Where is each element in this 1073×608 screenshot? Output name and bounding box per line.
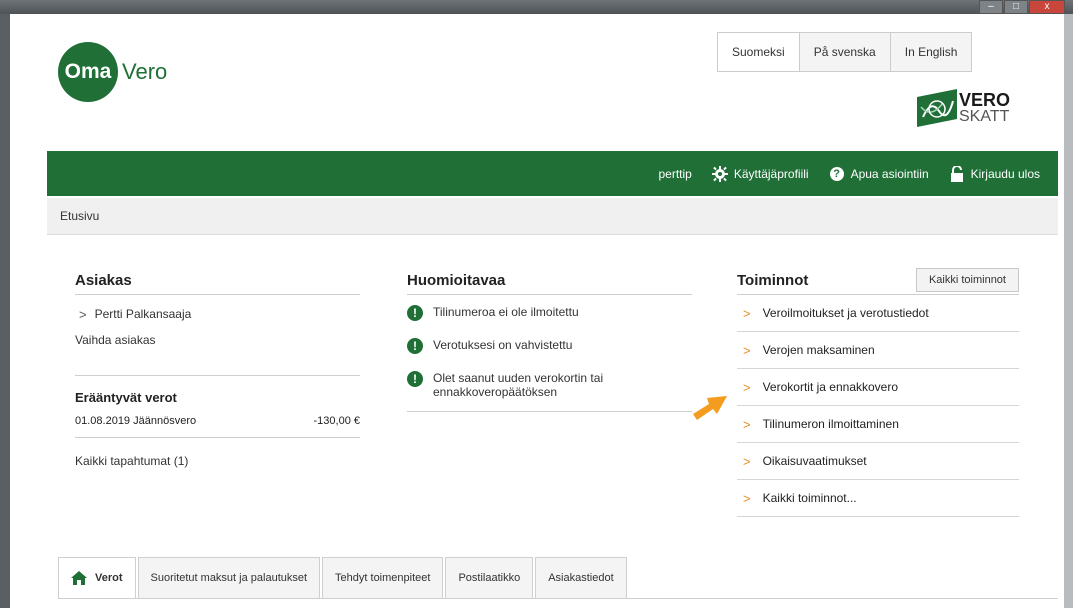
huomioitavaa-section: Huomioitavaa ! Tilinumeroa ei ole ilmoit… [407, 266, 692, 412]
omavero-logo[interactable]: Oma Vero [58, 42, 167, 102]
breadcrumb-home[interactable]: Etusivu [60, 209, 99, 223]
asiakas-header: Asiakas [75, 266, 360, 295]
chevron-right-icon: > [743, 453, 751, 469]
tab-verot[interactable]: Verot [58, 557, 136, 598]
chevron-right-icon: > [743, 490, 751, 506]
notice-text: Verotuksesi on vahvistettu [433, 338, 573, 352]
asiakas-section: Asiakas > Pertti Palkansaaja Vaihda asia… [75, 266, 360, 468]
logo-oma-text: Oma [64, 60, 112, 83]
action-label: Verojen maksaminen [762, 343, 875, 357]
language-selector: Suomeksi På svenska In English [717, 32, 973, 72]
all-events-label: Kaikki tapahtumat (1) [75, 454, 189, 468]
notice-item[interactable]: ! Verotuksesi on vahvistettu [407, 328, 692, 361]
tab-label: Postilaatikko [458, 572, 521, 584]
vero-emblem-icon [917, 89, 957, 127]
nav-logout-label: Kirjaudu ulos [970, 166, 1040, 181]
exclamation-icon: ! [407, 305, 423, 321]
change-customer-link[interactable]: Vaihda asiakas [75, 333, 360, 376]
toiminnot-section: Toiminnot Kaikki toiminnot > Veroilmoitu… [737, 266, 1019, 517]
window-frame-left [0, 14, 10, 608]
top-navbar: perttip Käyttäjäprofiili ? Apua asiointi… [47, 151, 1058, 196]
toiminnot-header: Toiminnot Kaikki toiminnot [737, 266, 1019, 295]
maximize-button[interactable]: □ [1004, 0, 1028, 14]
notice-text: Olet saanut uuden verokortin tai ennakko… [433, 371, 604, 399]
breadcrumb: Etusivu [47, 198, 1058, 235]
window-controls: – □ x [978, 0, 1065, 14]
tab-underline [58, 598, 1058, 599]
chevron-right-icon: > [79, 306, 87, 322]
nav-logout[interactable]: Kirjaudu ulos [949, 165, 1040, 182]
due-tax-label: 01.08.2019 Jäännösvero [75, 415, 197, 427]
action-item[interactable]: > Verokortit ja ennakkovero [737, 369, 1019, 406]
vero-skatt-logo: VERO SKATT [917, 89, 1010, 127]
nav-user-label: perttip [658, 166, 692, 181]
chevron-right-icon: > [743, 379, 751, 395]
tab-actions[interactable]: Tehdyt toimenpiteet [322, 557, 444, 598]
notice-text: Tilinumeroa ei ole ilmoitettu [433, 305, 579, 319]
minimize-button[interactable]: – [979, 0, 1003, 14]
page: Oma Vero Suomeksi På svenska In English … [10, 14, 1064, 608]
action-label: Tilinumeron ilmoittaminen [762, 417, 899, 431]
window-frame-right [1064, 14, 1073, 608]
nav-user[interactable]: perttip [659, 167, 692, 181]
due-taxes-block: Erääntyvät verot 01.08.2019 Jäännösvero … [75, 376, 360, 438]
logo-vero-text: Vero [122, 59, 168, 84]
lang-english[interactable]: In English [889, 33, 972, 71]
action-item[interactable]: > Oikaisuvaatimukset [737, 443, 1019, 480]
logo-circle: Oma [58, 42, 118, 102]
toiminnot-title: Toiminnot [737, 271, 809, 289]
close-button[interactable]: x [1029, 0, 1065, 14]
home-icon [71, 571, 87, 585]
tab-label: Asiakastiedot [548, 572, 614, 584]
action-label: Oikaisuvaatimukset [762, 454, 867, 468]
asiakas-title: Asiakas [75, 271, 132, 289]
due-tax-row[interactable]: 01.08.2019 Jäännösvero -130,00 € [75, 415, 360, 427]
tab-payments[interactable]: Suoritetut maksut ja palautukset [137, 557, 321, 598]
tab-customer-info[interactable]: Asiakastiedot [535, 557, 627, 598]
nav-help-label: Apua asiointiin [850, 166, 929, 181]
gear-icon [711, 165, 728, 182]
vero-logo-line2: SKATT [959, 108, 1010, 125]
tab-label: Verot [95, 572, 123, 584]
action-item[interactable]: > Verojen maksaminen [737, 332, 1019, 369]
nav-profile[interactable]: Käyttäjäprofiili [711, 165, 809, 182]
action-item[interactable]: > Veroilmoitukset ja verotustiedot [737, 295, 1019, 332]
due-taxes-title: Erääntyvät verot [75, 390, 177, 405]
notice-item[interactable]: ! Tilinumeroa ei ole ilmoitettu [407, 295, 692, 328]
huomioitavaa-header: Huomioitavaa [407, 266, 692, 295]
tab-label: Suoritetut maksut ja palautukset [150, 572, 308, 584]
help-icon: ? [829, 166, 845, 182]
customer-link[interactable]: > Pertti Palkansaaja [75, 295, 360, 333]
all-actions-button[interactable]: Kaikki toiminnot [915, 268, 1019, 292]
chevron-right-icon: > [743, 342, 751, 358]
lang-svenska[interactable]: På svenska [798, 33, 890, 71]
nav-help[interactable]: ? Apua asiointiin [829, 166, 929, 182]
action-item[interactable]: > Kaikki toiminnot... [737, 480, 1019, 517]
action-label: Kaikki toiminnot... [762, 491, 857, 505]
vero-logo-text: VERO SKATT [959, 91, 1010, 125]
customer-name: Pertti Palkansaaja [94, 307, 192, 321]
action-label: Veroilmoitukset ja verotustiedot [762, 306, 929, 320]
change-customer-label: Vaihda asiakas [75, 333, 156, 347]
all-events-link[interactable]: Kaikki tapahtumat (1) [75, 438, 360, 468]
action-label: Verokortit ja ennakkovero [762, 380, 899, 394]
due-tax-amount: -130,00 € [313, 415, 360, 427]
lock-icon [949, 165, 965, 182]
nav-profile-label: Käyttäjäprofiili [733, 166, 809, 181]
pointer-arrow-icon [693, 396, 727, 420]
vero-logo-line1: VERO [959, 90, 1011, 110]
exclamation-icon: ! [407, 371, 423, 387]
tab-bar: Verot Suoritetut maksut ja palautukset T… [58, 557, 629, 598]
action-item[interactable]: > Tilinumeron ilmoittaminen [737, 406, 1019, 443]
lang-suomeksi[interactable]: Suomeksi [718, 33, 799, 71]
huomioitavaa-title: Huomioitavaa [407, 271, 506, 289]
tab-mailbox[interactable]: Postilaatikko [445, 557, 534, 598]
tab-label: Tehdyt toimenpiteet [335, 572, 431, 584]
exclamation-icon: ! [407, 338, 423, 354]
window-titlebar: – □ x [0, 0, 1073, 14]
chevron-right-icon: > [743, 305, 751, 321]
notice-item[interactable]: ! Olet saanut uuden verokortin tai ennak… [407, 361, 692, 412]
chevron-right-icon: > [743, 416, 751, 432]
